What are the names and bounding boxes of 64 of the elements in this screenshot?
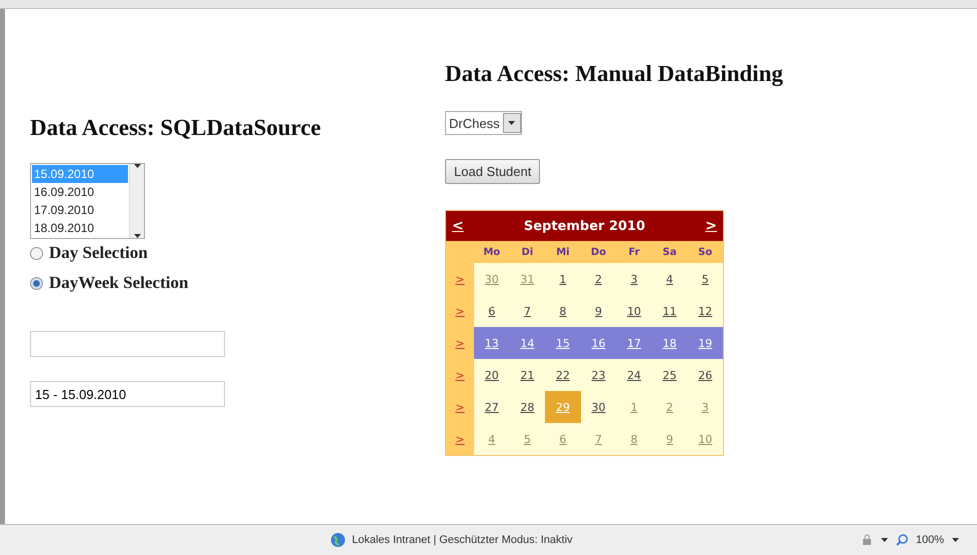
list-option[interactable]: 18.09.2010 (32, 219, 128, 237)
calendar-day[interactable]: 17 (616, 327, 652, 359)
calendar-day[interactable]: 25 (652, 359, 688, 391)
radio-button[interactable] (30, 276, 43, 290)
calendar-day[interactable]: 4 (652, 263, 688, 295)
input-field[interactable] (30, 331, 225, 357)
section-heading: Data Access: SQLDataSource (30, 115, 322, 141)
calendar-day[interactable]: 16 (580, 327, 616, 359)
next-month-link[interactable]: > (705, 218, 717, 234)
caret-icon (952, 538, 959, 542)
calendar-day[interactable]: 3 (616, 263, 652, 295)
calendar-day[interactable]: 6 (474, 295, 510, 327)
calendar-day[interactable]: 28 (510, 391, 546, 423)
list-option[interactable]: 17.09.2010 (32, 201, 128, 219)
weekday-header: Do (580, 241, 616, 263)
calendar-day[interactable]: 26 (687, 359, 723, 391)
scrollbar[interactable] (129, 164, 144, 238)
calendar-day[interactable]: 1 (545, 263, 581, 295)
list-option[interactable]: 16.09.2010 (32, 183, 128, 201)
calendar-day[interactable]: 20 (474, 359, 510, 391)
calendar-day[interactable]: 24 (616, 359, 652, 391)
calendar-day[interactable]: 5 (687, 263, 723, 295)
caret-icon (880, 538, 888, 542)
calendar-day[interactable]: 11 (652, 295, 688, 327)
radio-label: Day Selection (49, 243, 148, 263)
weekday-header: Mi (545, 241, 581, 263)
calendar-day[interactable]: 18 (652, 327, 688, 359)
security-zone-text: Lokales Intranet | Geschützter Modus: Inaktiv (352, 534, 573, 546)
date-listbox[interactable]: 15.09.2010 16.09.2010 17.09.2010 18.09.2010 (30, 163, 145, 239)
calendar-day[interactable]: 8 (545, 295, 581, 327)
calendar-day[interactable]: 15 (545, 327, 581, 359)
calendar-day[interactable]: 30 (580, 391, 616, 423)
section-heading: Data Access: Manual DataBinding (445, 61, 783, 87)
radio-button[interactable] (30, 246, 43, 260)
month-title: September 2010 (524, 218, 646, 234)
calendar-day[interactable]: 2 (580, 263, 616, 295)
zoom-level[interactable]: 100% (916, 534, 944, 546)
globe-icon (330, 532, 346, 548)
zoom-icon[interactable] (896, 534, 908, 546)
calendar-day[interactable]: 27 (474, 391, 510, 423)
calendar-day[interactable]: 10 (616, 295, 652, 327)
calendar-day[interactable]: 9 (580, 295, 616, 327)
scroll-up-icon (134, 164, 140, 168)
previous-month-link[interactable]: < (452, 218, 464, 234)
calendar-day[interactable]: 23 (580, 359, 616, 391)
calendar-day[interactable]: 7 (510, 295, 546, 327)
student-dropdown[interactable]: DrChess (445, 111, 522, 135)
calendar-day[interactable]: 13 (474, 327, 510, 359)
weekday-header: Di (510, 241, 546, 263)
input-field[interactable]: 15 - 15.09.2010 (30, 381, 225, 407)
calendar-day[interactable]: 14 (510, 327, 546, 359)
load-student-button[interactable]: Load Student (445, 159, 540, 184)
scroll-down-icon (134, 234, 140, 238)
calendar-day[interactable]: 12 (687, 295, 723, 327)
calendar-day[interactable]: 22 (545, 359, 581, 391)
weekday-header: So (687, 241, 723, 263)
lock-icon[interactable] (860, 534, 873, 546)
calendar-day[interactable]: 19 (687, 327, 723, 359)
weekday-header: Sa (652, 241, 688, 263)
weekday-header: Fr (616, 241, 652, 263)
radio-label: DayWeek Selection (49, 273, 188, 293)
weekday-header: Mo (474, 241, 510, 263)
caret-icon (508, 121, 516, 125)
calendar-day[interactable]: 21 (510, 359, 546, 391)
